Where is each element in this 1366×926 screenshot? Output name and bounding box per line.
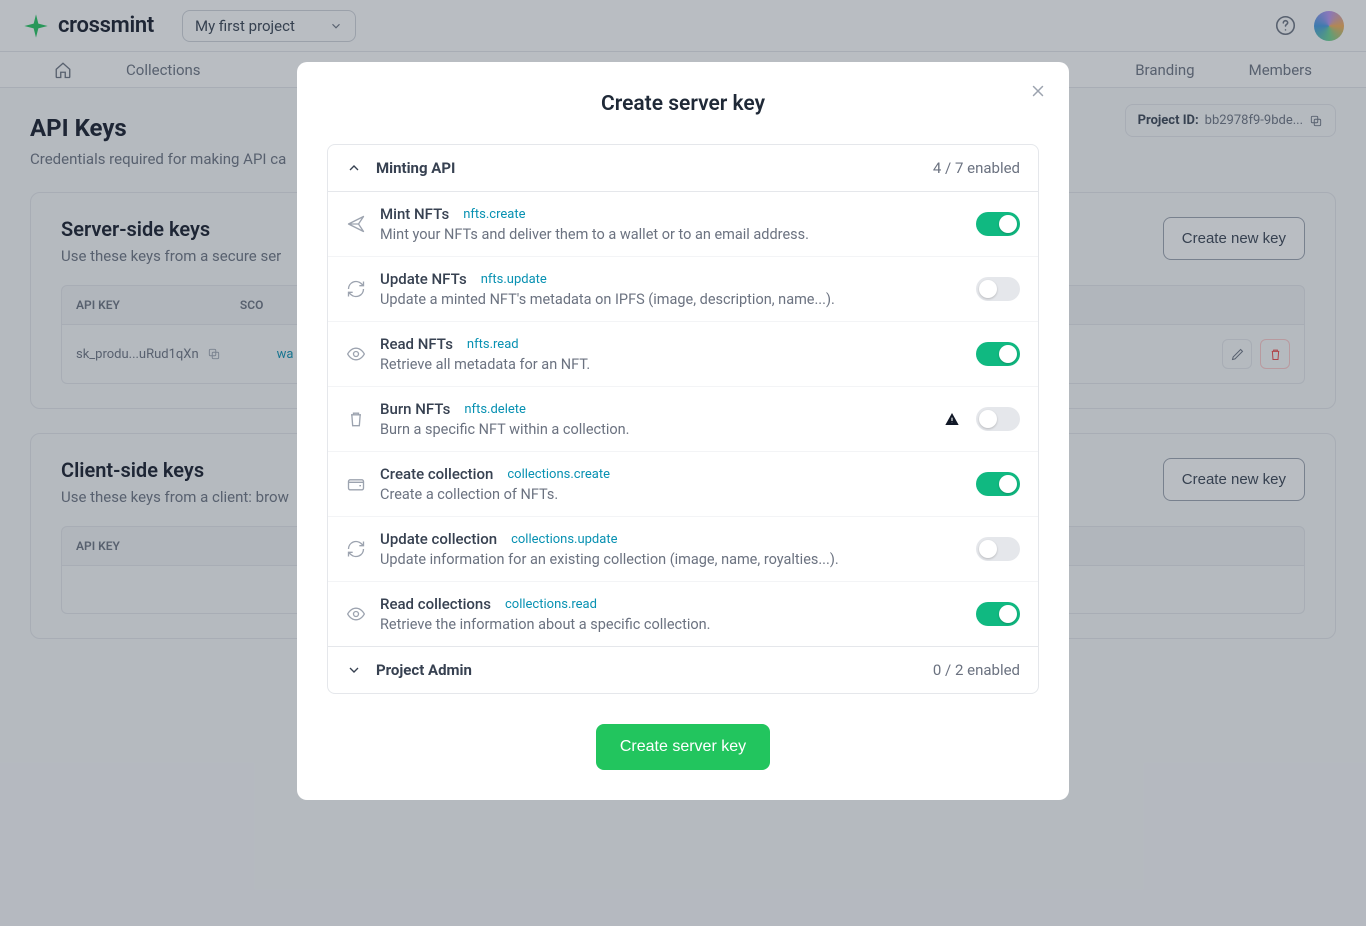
wallet-icon <box>346 474 366 494</box>
scope-description: Retrieve all metadata for an NFT. <box>380 356 976 373</box>
chevron-up-icon <box>346 160 362 176</box>
refresh-icon <box>346 279 366 299</box>
scope-toggle[interactable] <box>976 537 1020 561</box>
scope-name: Read NFTs <box>380 335 453 353</box>
close-icon[interactable] <box>1029 82 1047 100</box>
scope-toggle[interactable] <box>976 407 1020 431</box>
scope-toggle[interactable] <box>976 212 1020 236</box>
scope-description: Update information for an existing colle… <box>380 551 976 568</box>
scope-group-minting[interactable]: Minting API 4 / 7 enabled <box>328 145 1038 192</box>
scope-group-project-admin[interactable]: Project Admin 0 / 2 enabled <box>328 647 1038 693</box>
scope-description: Update a minted NFT's metadata on IPFS (… <box>380 291 976 308</box>
scope-row: Update collection collections.update Updat… <box>328 517 1038 582</box>
scope-permission: collections.update <box>511 532 617 547</box>
eye-icon <box>346 344 366 364</box>
scope-toggle[interactable] <box>976 342 1020 366</box>
scope-description: Mint your NFTs and deliver them to a wal… <box>380 226 976 243</box>
scope-group-count: 0 / 2 enabled <box>933 661 1020 679</box>
create-server-key-modal: Create server key Minting API 4 / 7 enab… <box>297 62 1069 800</box>
scope-name: Update NFTs <box>380 270 467 288</box>
scope-row: Read NFTs nfts.read Retrieve all metadata … <box>328 322 1038 387</box>
scope-permission: collections.read <box>505 597 597 612</box>
scope-row: Create collection collections.create Creat… <box>328 452 1038 517</box>
scope-name: Update collection <box>380 530 497 548</box>
modal-title: Create server key <box>327 92 1039 116</box>
refresh-icon <box>346 539 366 559</box>
scope-description: Retrieve the information about a specifi… <box>380 616 976 633</box>
scope-group-name: Minting API <box>376 159 455 177</box>
scope-row: Update NFTs nfts.update Update a minted NF… <box>328 257 1038 322</box>
scope-name: Burn NFTs <box>380 400 450 418</box>
scope-name: Read collections <box>380 595 491 613</box>
scope-group-count: 4 / 7 enabled <box>933 159 1020 177</box>
send-icon <box>346 214 366 234</box>
scope-name: Create collection <box>380 465 493 483</box>
warning-icon <box>944 411 960 427</box>
scope-permission: collections.create <box>507 467 610 482</box>
scope-toggle[interactable] <box>976 472 1020 496</box>
scope-row: Read collections collections.read Retrieve… <box>328 582 1038 647</box>
create-server-key-submit[interactable]: Create server key <box>596 724 770 770</box>
scope-description: Create a collection of NFTs. <box>380 486 976 503</box>
modal-overlay[interactable]: Create server key Minting API 4 / 7 enab… <box>0 0 1366 926</box>
scope-description: Burn a specific NFT within a collection. <box>380 421 944 438</box>
chevron-down-icon <box>346 662 362 678</box>
scope-permission: nfts.read <box>467 337 519 352</box>
scope-row: Burn NFTs nfts.delete Burn a specific NFT … <box>328 387 1038 452</box>
scope-toggle[interactable] <box>976 602 1020 626</box>
scope-name: Mint NFTs <box>380 205 449 223</box>
scope-toggle[interactable] <box>976 277 1020 301</box>
scope-row: Mint NFTs nfts.create Mint your NFTs and d… <box>328 192 1038 257</box>
scope-group-name: Project Admin <box>376 661 472 679</box>
trash-icon <box>346 409 366 429</box>
scope-panel: Minting API 4 / 7 enabled Mint NFTs nfts.… <box>327 144 1039 694</box>
scope-permission: nfts.create <box>463 207 525 222</box>
scope-permission: nfts.delete <box>464 402 526 417</box>
scope-permission: nfts.update <box>481 272 547 287</box>
eye-icon <box>346 604 366 624</box>
